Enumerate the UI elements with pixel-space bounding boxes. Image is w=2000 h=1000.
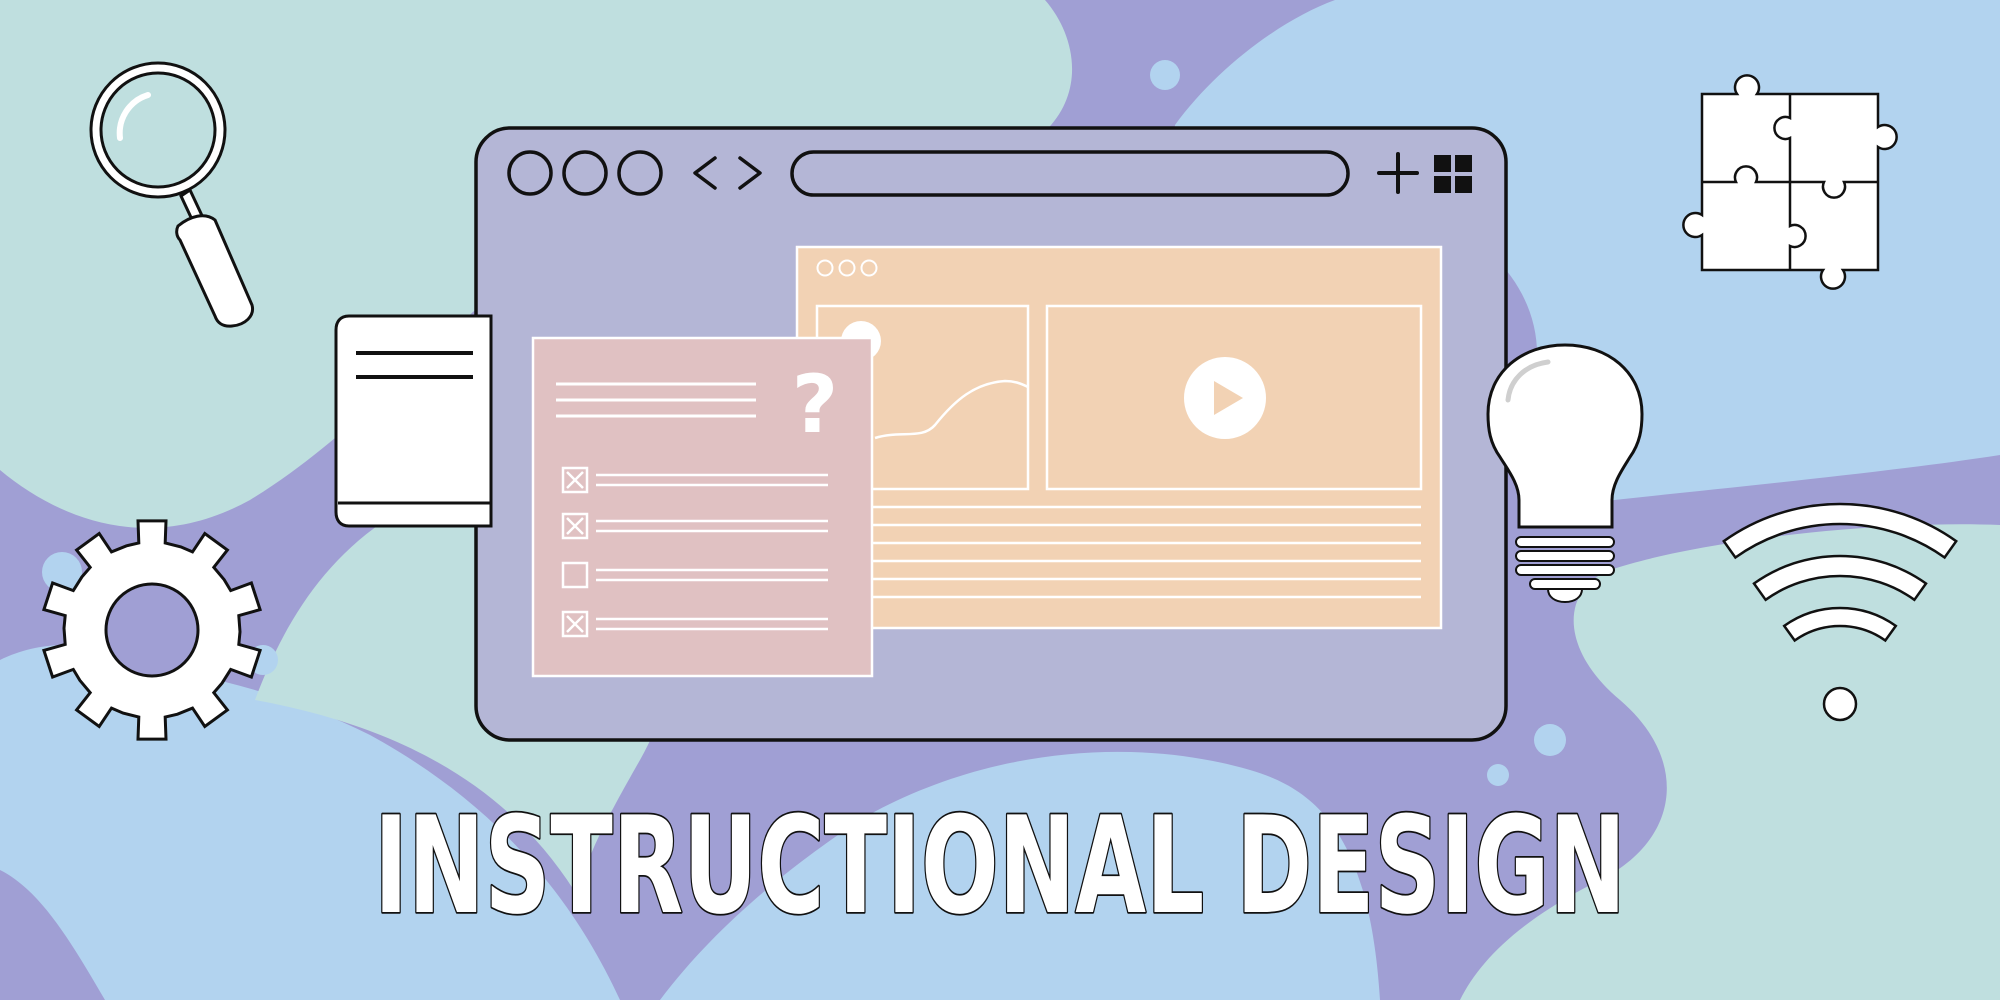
puzzle-icon [1682, 74, 1898, 290]
content-panel [795, 245, 1443, 630]
question-mark-icon: ? [792, 358, 838, 451]
content-panel-bg [795, 245, 1443, 630]
bubble [1534, 724, 1566, 756]
book-icon [334, 314, 493, 528]
bubble [1487, 764, 1509, 786]
page-title: INSTRUCTIONAL DESIGN [374, 788, 1626, 944]
address-bar[interactable] [790, 150, 1350, 197]
illustration-canvas: ? INSTRUCTIONAL DESIGN [0, 0, 2000, 1000]
quiz-card: ? [531, 336, 874, 678]
bubble [1150, 60, 1180, 90]
illustration-svg: ? INSTRUCTIONAL DESIGN [0, 0, 2000, 1000]
